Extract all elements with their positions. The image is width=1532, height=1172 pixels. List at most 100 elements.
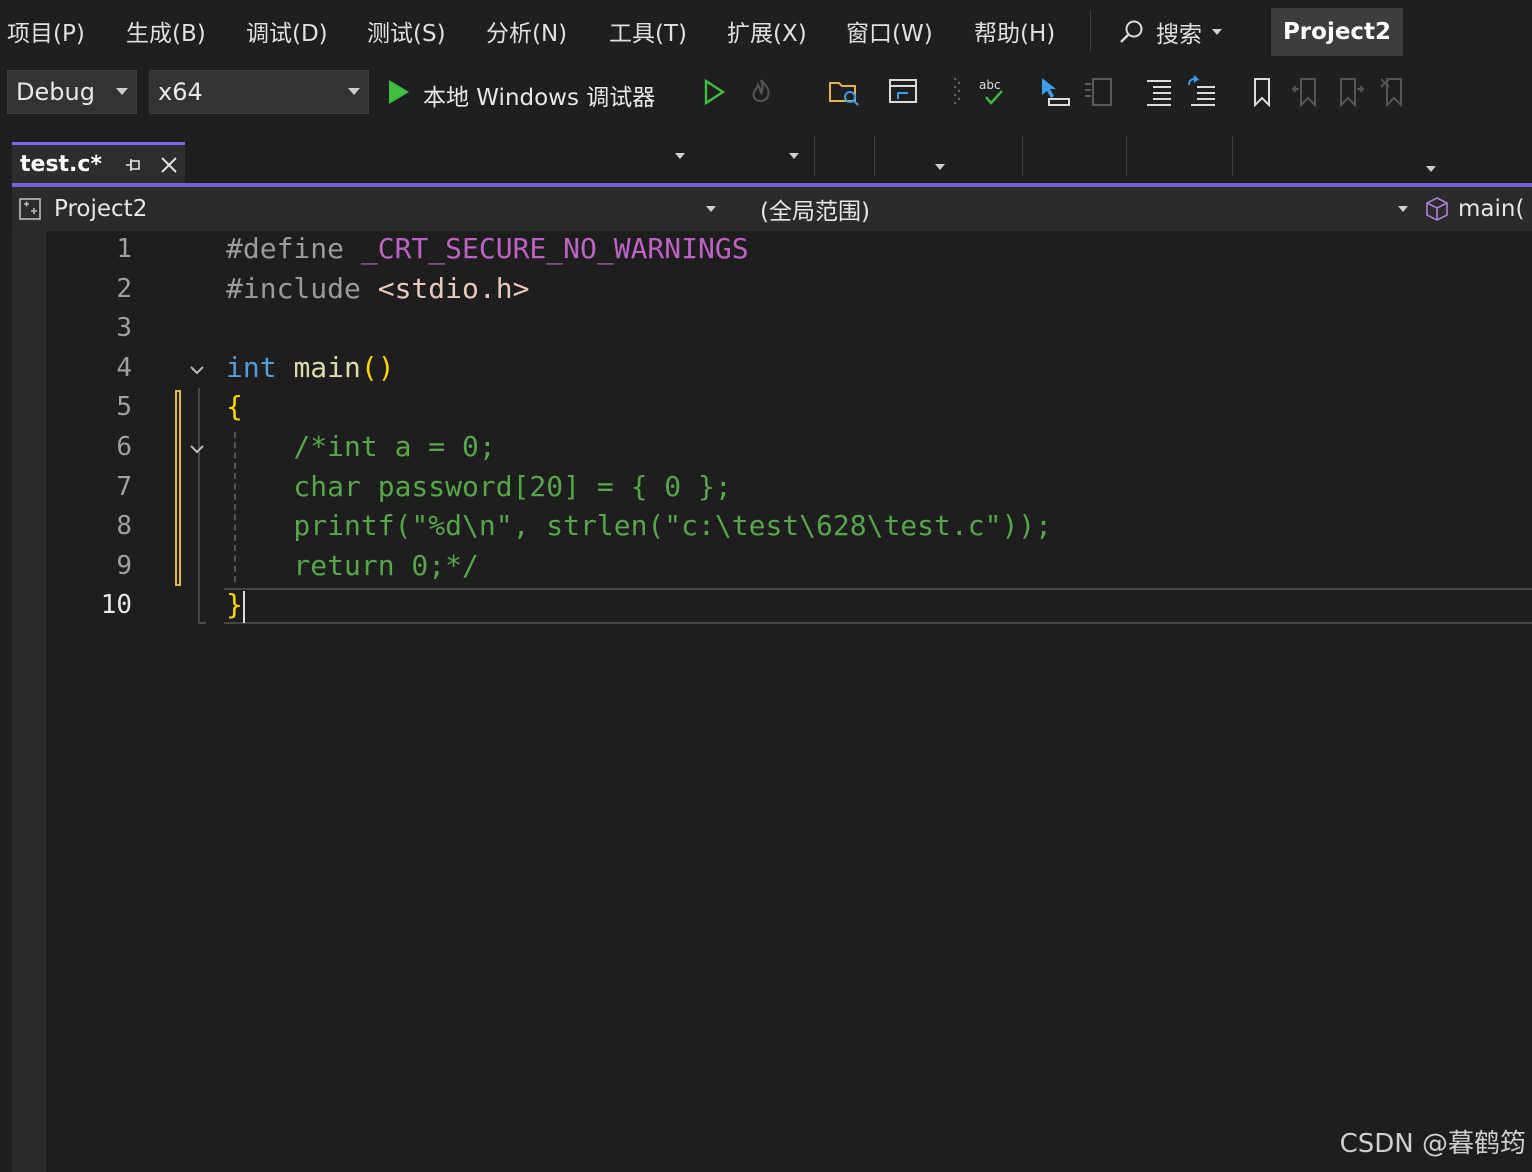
clear-bookmarks-button[interactable] [1376,74,1412,110]
collapse-chevron-icon[interactable] [188,440,206,458]
pin-icon[interactable] [124,156,142,174]
code-line[interactable]: return 0;*/ [226,548,479,582]
hot-reload-button[interactable] [743,74,779,110]
code-line[interactable]: { [226,390,243,423]
toolbar-grip[interactable] [950,74,964,110]
folder-search-icon [829,82,859,106]
chevron-down-icon [116,88,128,95]
toolbar: Debug x64 本地 Windows 调试器 abc [0,64,1532,176]
chevron-down-icon [348,88,360,95]
menu-tools[interactable]: 工具(T) [609,14,687,48]
platform-value: x64 [158,78,203,106]
code-token: #define [226,232,361,265]
code-line[interactable]: /*int a = 0; [226,430,496,463]
browser-link-button[interactable] [885,74,921,110]
spell-check-button[interactable]: abc [975,74,1011,110]
code-line[interactable]: int main() [226,351,395,384]
menu-analyze[interactable]: 分析(N) [486,14,567,48]
chevron-down-icon [706,206,716,212]
search-button[interactable]: 搜索 [1118,12,1222,52]
search-icon [1120,20,1143,43]
fold-guide [198,388,200,624]
menu-test[interactable]: 测试(S) [367,14,446,48]
menu-help[interactable]: 帮助(H) [974,14,1055,48]
chevron-down-icon [1398,206,1408,212]
debugger-label[interactable]: 本地 Windows 调试器 [423,78,655,112]
configuration-dropdown[interactable]: Debug [7,70,137,114]
change-tracking-bar [175,390,181,586]
project-name-badge: Project2 [1271,8,1403,56]
code-token: printf("%d\n", strlen("c:\test\628\test.… [226,509,1053,543]
start-debugging-button[interactable] [380,74,416,110]
bookmark-clear-icon [1380,78,1402,108]
code-line[interactable]: #include <stdio.h> [226,272,529,305]
menu-bar: 项目(P) 生成(B) 调试(D) 测试(S) 分析(N) 工具(T) 扩展(X… [0,0,1532,64]
code-token: <stdio.h> [377,271,530,305]
line-number: 1 [116,234,132,264]
start-without-debugging-button[interactable] [696,74,732,110]
indicator-margin[interactable] [12,231,46,1172]
menu-divider [1090,10,1091,52]
menu-window[interactable]: 窗口(W) [846,14,933,48]
bookmark-prev-icon [1291,78,1316,108]
play-icon [389,80,409,104]
code-line[interactable]: printf("%d\n", strlen("c:\test\628\test.… [226,509,1052,542]
set-next-statement-button[interactable] [1036,74,1072,110]
search-label: 搜索 [1156,22,1202,48]
indent-button[interactable] [1140,74,1176,110]
outdent-button[interactable] [1184,74,1220,110]
cube-icon [1426,197,1448,221]
next-bookmark-button[interactable] [1332,74,1368,110]
tab-test-c[interactable]: test.c* [12,142,185,184]
menu-build[interactable]: 生成(B) [126,14,206,48]
chevron-down-icon [1212,29,1222,35]
line-number: 9 [116,550,132,581]
menu-debug[interactable]: 调试(D) [246,14,328,48]
scope-dropdown[interactable]: (全局范围) [720,187,1410,231]
open-folder-button[interactable] [826,74,862,110]
document-tab-strip: test.c* [0,140,1532,186]
code-token: _CRT_SECURE_NO_WARNINGS [360,232,749,265]
member-dropdown-value: main( [1458,196,1525,222]
close-icon[interactable] [160,156,178,174]
fold-guide-end [198,622,206,624]
menu-extensions[interactable]: 扩展(X) [727,14,807,48]
line-number: 2 [116,273,132,304]
code-token: /*int a = 0; [226,430,496,463]
line-number: 10 [100,590,132,621]
previous-bookmark-button[interactable] [1288,74,1324,110]
code-line[interactable]: char password[20] = { 0 }; [226,469,732,503]
line-number: 7 [116,471,132,502]
code-token: char password[20] = { 0 }; [226,469,732,503]
line-number: 3 [116,313,132,344]
code-line[interactable]: #define _CRT_SECURE_NO_WARNINGS [226,232,749,265]
tab-title: test.c* [20,152,102,177]
indent-icon [1147,80,1171,106]
code-token: return 0;*/ [226,548,479,582]
comment-lines-button[interactable] [1080,74,1116,110]
outdent-icon [1188,75,1215,106]
watermark: CSDN @暮鹤筠 [1339,1129,1526,1159]
cursor-insert-icon [1042,78,1070,106]
member-dropdown[interactable]: main( [1424,187,1532,231]
project-icon [19,198,41,220]
grip-icon [953,77,961,105]
bookmark-next-icon [1340,78,1365,108]
code-line[interactable]: } [226,588,243,621]
collapse-chevron-icon[interactable] [188,361,206,379]
play-outline-icon [704,78,726,106]
comment-lines-icon [1085,78,1112,106]
flame-icon [752,79,770,102]
toggle-bookmark-button[interactable] [1244,74,1280,110]
project-dropdown[interactable]: Project2 [18,187,718,231]
platform-dropdown[interactable]: x64 [149,70,369,114]
window-icon [889,79,917,103]
line-number: 5 [116,392,132,423]
menu-project[interactable]: 项目(P) [7,14,85,48]
code-token: main [293,350,361,384]
current-line-highlight [224,588,1532,624]
scope-dropdown-value: (全局范围) [760,199,870,225]
code-token: { [226,390,243,424]
code-token: #include [226,271,378,305]
